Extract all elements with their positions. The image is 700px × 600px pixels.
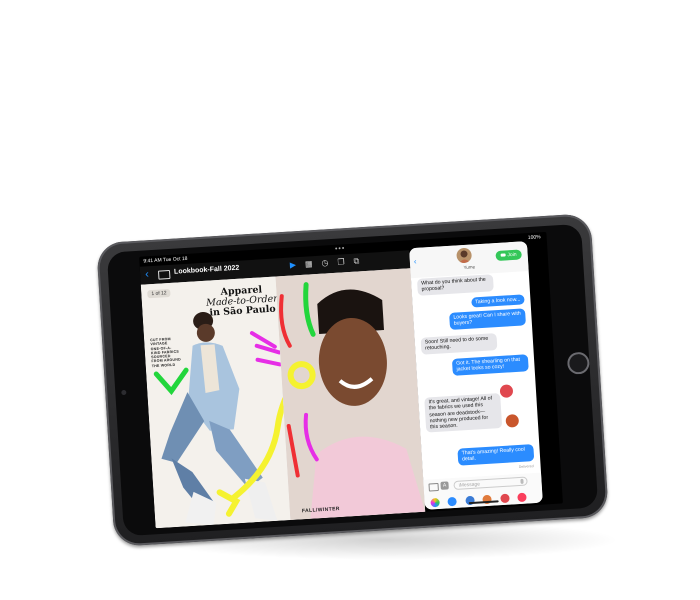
ipad-screen: 9:41 AM Tue Oct 18 ••• 100% ‹ Lookbook-F…: [139, 231, 563, 529]
message-bubble-incoming[interactable]: Soon! Still need to do some retouching.: [420, 333, 498, 355]
join-label: Join: [507, 251, 517, 259]
sidebar-icon[interactable]: [157, 269, 171, 280]
join-facetime-button[interactable]: Join: [495, 249, 522, 262]
document-title[interactable]: Lookbook-Fall 2022: [174, 265, 240, 276]
share-icon[interactable]: ⧉: [353, 256, 368, 266]
heart-eyes-sticker: [499, 384, 514, 399]
avatar[interactable]: [456, 247, 473, 264]
compose-bar: A iMessage: [423, 472, 543, 510]
appstore-app-icon[interactable]: [447, 497, 458, 507]
model-photo: [153, 312, 291, 525]
message-bubble-incoming[interactable]: It's great, and vintage! All of the fabr…: [424, 393, 503, 434]
music-app-icon[interactable]: [517, 492, 528, 503]
left-photo-panel: 1 of 12 Apparel Made-to-Order in São Pau…: [140, 276, 291, 529]
smiling-model-photo: [275, 268, 426, 521]
photos-app-icon[interactable]: [430, 498, 440, 508]
message-input[interactable]: iMessage: [453, 476, 528, 491]
appstore-icon[interactable]: A: [440, 481, 449, 490]
multitasking-dots-icon[interactable]: •••: [335, 245, 346, 253]
product-scene: 9:41 AM Tue Oct 18 ••• 100% ‹ Lookbook-F…: [0, 0, 700, 600]
contact-name: Yume: [463, 264, 476, 271]
messages-header: ‹ Yume Join: [409, 241, 529, 279]
search-app-icon[interactable]: [500, 493, 510, 504]
message-bubble-outgoing[interactable]: Taking a look now...: [470, 294, 525, 308]
grid-icon[interactable]: ▦: [305, 259, 322, 269]
memoji-sticker: [505, 413, 520, 428]
back-chevron-icon[interactable]: ‹: [414, 257, 417, 266]
layers-icon[interactable]: ❐: [337, 257, 354, 267]
camera-icon[interactable]: [428, 482, 439, 492]
message-bubble-outgoing[interactable]: Got it. The shearling on that jacket loo…: [451, 354, 529, 376]
play-icon[interactable]: ▶: [290, 260, 306, 270]
battery-status: 100%: [527, 234, 541, 242]
message-input-placeholder: iMessage: [458, 481, 481, 489]
lookbook-page[interactable]: 1 of 12 Apparel Made-to-Order in São Pau…: [140, 268, 426, 529]
message-bubble-incoming[interactable]: What do you think about the proposal?: [416, 274, 494, 296]
message-bubble-outgoing[interactable]: Looks great! Can I share with buyers?: [449, 308, 526, 330]
delivered-status: Delivered: [518, 464, 534, 470]
mic-icon[interactable]: [520, 478, 524, 484]
back-chevron-icon[interactable]: ‹: [145, 268, 149, 280]
right-photo-panel: FALL/WINTER: [275, 268, 426, 521]
video-icon: [500, 253, 506, 257]
clock-icon[interactable]: ◷: [321, 258, 338, 268]
messages-slideover: ‹ Yume Join What do you think about the …: [409, 241, 543, 510]
home-indicator: [468, 500, 499, 505]
toolbar-icons: ▶▦◷❐⧉: [290, 256, 369, 271]
ipad-device: 9:41 AM Tue Oct 18 ••• 100% ‹ Lookbook-F…: [96, 213, 609, 547]
message-bubble-outgoing[interactable]: That's amazing! Really cool detail.: [457, 444, 535, 466]
